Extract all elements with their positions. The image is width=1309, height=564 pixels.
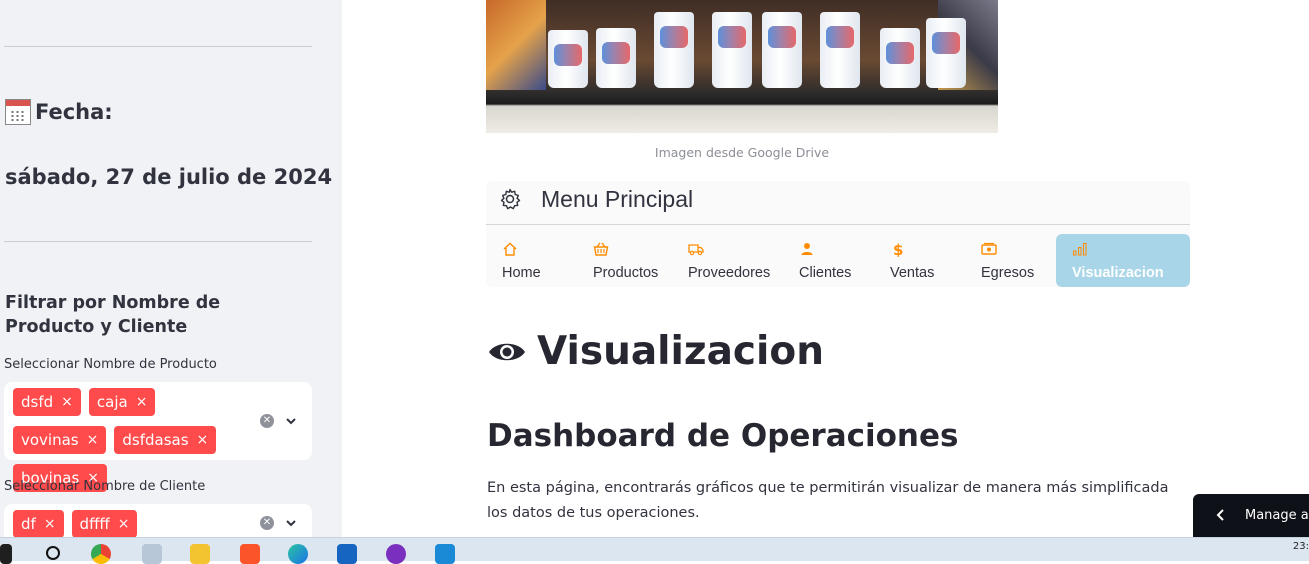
- brave-icon[interactable]: [240, 544, 260, 564]
- gear-icon: [500, 188, 521, 210]
- nav-item-proveedores[interactable]: Proveedores: [672, 234, 782, 287]
- menu-title: Menu Principal: [541, 186, 694, 212]
- chevron-down-icon[interactable]: [286, 416, 296, 426]
- tag-label: caja: [96, 393, 128, 411]
- search-icon[interactable]: [44, 544, 64, 564]
- product-tag: dsfd ×: [13, 388, 81, 416]
- chevron-down-icon[interactable]: [286, 518, 296, 528]
- tag-label: dffff: [79, 515, 110, 533]
- client-tags: df × dffff ×: [13, 510, 243, 537]
- client-tag: df ×: [13, 510, 64, 537]
- chevron-left-icon: [1216, 509, 1224, 521]
- tag-remove-icon[interactable]: ×: [136, 388, 148, 416]
- tag-label: dsfdasas: [122, 431, 189, 449]
- client-select-label: Seleccionar Nombre de Cliente: [4, 479, 206, 494]
- dollar-icon: $: [893, 241, 903, 257]
- sidebar: Fecha: sábado, 27 de julio de 2024 Filtr…: [0, 0, 342, 537]
- product-multiselect[interactable]: dsfd × caja × vovinas × dsfdasas × bovinas × …: [4, 382, 312, 492]
- product-tag: caja ×: [88, 388, 156, 416]
- product-image: [486, 0, 998, 133]
- tag-remove-icon[interactable]: ×: [87, 426, 99, 454]
- tag-label: dsfd: [21, 393, 54, 411]
- nav-item-productos[interactable]: Productos: [577, 234, 672, 287]
- nav-label: Proveedores: [688, 265, 771, 281]
- client-multiselect[interactable]: df × dffff × ✕: [4, 504, 312, 537]
- windows-start-icon[interactable]: [0, 544, 12, 564]
- date-heading: Fecha:: [5, 99, 113, 125]
- nav-label: Clientes: [799, 265, 852, 281]
- sidebar-divider: [4, 241, 312, 242]
- product-tag: dsfdasas ×: [114, 426, 217, 454]
- sidebar-divider: [4, 46, 312, 47]
- nav-label: Productos: [593, 265, 659, 281]
- truck-icon: [688, 244, 704, 256]
- bar-chart-icon: [1073, 243, 1087, 256]
- vscode-icon[interactable]: [435, 544, 455, 564]
- nav-item-home[interactable]: Home: [486, 234, 578, 287]
- edge-icon[interactable]: [288, 544, 308, 564]
- mail-icon[interactable]: [337, 544, 357, 564]
- product-tags: dsfd × caja × vovinas × dsfdasas × bovinas ×: [13, 388, 243, 492]
- intro-paragraph: En esta página, encontrarás gráficos que…: [487, 480, 1169, 521]
- manage-app-label: Manage ap: [1245, 508, 1309, 523]
- nav-item-ventas[interactable]: $ Ventas: [874, 234, 965, 287]
- filter-title: Filtrar por Nombre de Producto y Cliente: [5, 293, 221, 337]
- photos-icon[interactable]: [142, 544, 162, 564]
- date-value: sábado, 27 de julio de 2024: [5, 165, 333, 189]
- tag-label: vovinas: [21, 431, 79, 449]
- tag-remove-icon[interactable]: ×: [61, 388, 73, 416]
- nav-label: Home: [502, 265, 541, 281]
- main-content: Imagen desde Google Drive Menu Principal…: [342, 0, 1309, 537]
- product-tag: vovinas ×: [13, 426, 107, 454]
- product-select-label: Seleccionar Nombre de Producto: [4, 357, 217, 372]
- image-caption: Imagen desde Google Drive: [654, 145, 830, 160]
- clear-all-icon[interactable]: ✕: [260, 414, 274, 428]
- menu-header: Menu Principal: [486, 181, 1190, 225]
- page-title: Visualizacion: [487, 329, 824, 374]
- main-menu: Menu Principal Home Productos Proveedore…: [486, 181, 1190, 287]
- nav-bar: Home Productos Proveedores Clientes $ Ve…: [486, 234, 1190, 287]
- clear-all-icon[interactable]: ✕: [260, 516, 274, 530]
- nav-item-clientes[interactable]: Clientes: [783, 234, 875, 287]
- tag-remove-icon[interactable]: ×: [118, 510, 130, 537]
- basket-icon: [593, 242, 609, 256]
- svg-text:$: $: [893, 241, 903, 257]
- tag-label: df: [21, 515, 36, 533]
- person-icon: [801, 243, 813, 255]
- subheading: Dashboard de Operaciones: [487, 418, 959, 454]
- nav-label: Ventas: [890, 265, 935, 281]
- nav-item-egresos[interactable]: Egresos: [965, 234, 1056, 287]
- cash-icon: [981, 242, 997, 255]
- nav-label: Visualizacion: [1072, 265, 1164, 281]
- client-tag: dffff ×: [71, 510, 138, 537]
- nav-label: Egresos: [981, 265, 1035, 281]
- clock: 23:: [1292, 541, 1309, 552]
- folder-icon[interactable]: [190, 544, 210, 564]
- tag-remove-icon[interactable]: ×: [44, 510, 56, 537]
- app-icon[interactable]: [386, 544, 406, 564]
- manage-app-button[interactable]: Manage ap: [1193, 494, 1309, 537]
- chrome-icon[interactable]: [91, 544, 111, 564]
- calendar-icon: [5, 99, 31, 125]
- page-title-text: Visualizacion: [537, 329, 824, 374]
- eye-icon: [489, 343, 525, 360]
- tag-remove-icon[interactable]: ×: [197, 426, 209, 454]
- date-label: Fecha:: [35, 100, 113, 124]
- nav-item-visualizacion[interactable]: Visualizacion: [1056, 234, 1190, 287]
- taskbar: 23:: [0, 537, 1309, 564]
- house-icon: [503, 242, 517, 256]
